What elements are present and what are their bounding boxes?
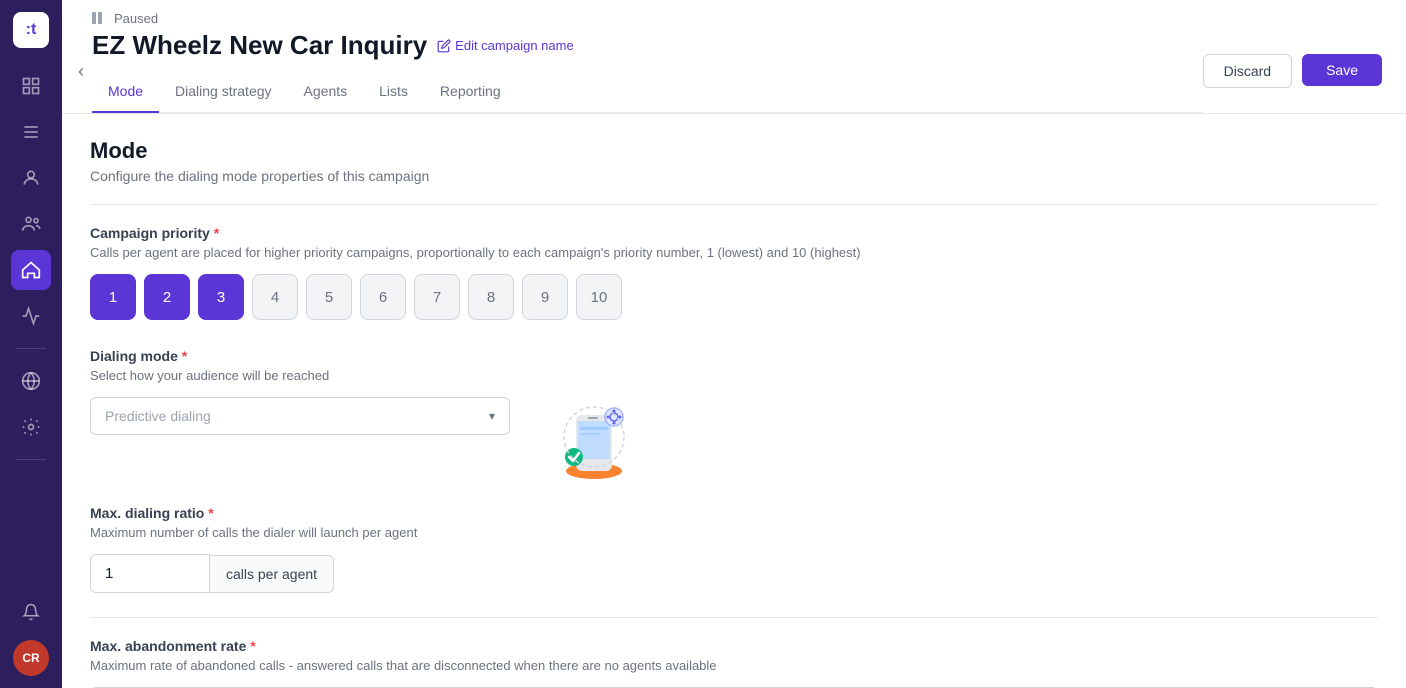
sidebar-item-home[interactable] xyxy=(11,66,51,106)
dropdown-arrow-icon: ▾ xyxy=(489,409,495,423)
dialing-mode-row: Predictive dialing ▾ xyxy=(90,397,1378,477)
dialing-mode-dropdown[interactable]: Predictive dialing ▾ xyxy=(90,397,510,435)
sidebar-item-lists[interactable] xyxy=(11,112,51,152)
dialing-mode-left: Predictive dialing ▾ xyxy=(90,397,510,435)
main-content: ‹ Paused EZ Wheelz New Car Inquiry Edit … xyxy=(62,0,1406,688)
priority-btn-2[interactable]: 2 xyxy=(144,274,190,320)
priority-btn-9[interactable]: 9 xyxy=(522,274,568,320)
discard-button[interactable]: Discard xyxy=(1203,54,1292,88)
topbar-left: Paused EZ Wheelz New Car Inquiry Edit ca… xyxy=(92,10,1203,113)
priority-btn-6[interactable]: 6 xyxy=(360,274,406,320)
section-divider-2 xyxy=(90,617,1378,618)
topbar-actions: Discard Save xyxy=(1203,36,1382,88)
save-button[interactable]: Save xyxy=(1302,54,1382,86)
tab-agents[interactable]: Agents xyxy=(288,71,364,113)
page-subtitle: Configure the dialing mode properties of… xyxy=(90,168,1378,184)
required-marker-4: * xyxy=(250,638,255,654)
dialing-ratio-row: calls per agent xyxy=(90,554,1378,593)
max-dialing-ratio-label: Max. dialing ratio * xyxy=(90,505,1378,521)
user-avatar[interactable]: CR xyxy=(13,640,49,676)
campaign-priority-section: Campaign priority * Calls per agent are … xyxy=(90,225,1378,320)
priority-btn-4[interactable]: 4 xyxy=(252,274,298,320)
sidebar-divider-2 xyxy=(16,459,46,460)
app-logo: :t xyxy=(13,12,49,48)
priority-buttons: 1 2 3 4 5 6 7 8 9 10 xyxy=(90,274,1378,320)
max-abandonment-rate-label: Max. abandonment rate * xyxy=(90,638,1378,654)
paused-badge: Paused xyxy=(92,10,1203,26)
sidebar-item-users[interactable] xyxy=(11,204,51,244)
max-abandonment-rate-desc: Maximum rate of abandoned calls - answer… xyxy=(90,658,1378,673)
required-marker-2: * xyxy=(182,348,187,364)
campaign-title: EZ Wheelz New Car Inquiry xyxy=(92,30,427,61)
priority-btn-1[interactable]: 1 xyxy=(90,274,136,320)
dialing-ratio-input[interactable] xyxy=(90,554,210,593)
required-marker-3: * xyxy=(208,505,213,521)
max-dialing-ratio-desc: Maximum number of calls the dialer will … xyxy=(90,525,1378,540)
tab-lists[interactable]: Lists xyxy=(363,71,424,113)
priority-btn-10[interactable]: 10 xyxy=(576,274,622,320)
max-dialing-ratio-section: Max. dialing ratio * Maximum number of c… xyxy=(90,505,1378,593)
sidebar: :t CR xyxy=(0,0,62,688)
dialing-mode-section: Dialing mode * Select how your audience … xyxy=(90,348,1378,477)
notifications-icon[interactable] xyxy=(11,592,51,632)
edit-campaign-name-link[interactable]: Edit campaign name xyxy=(437,38,574,53)
content-area: Mode Configure the dialing mode properti… xyxy=(62,114,1406,688)
sidebar-item-campaigns[interactable] xyxy=(11,250,51,290)
tab-reporting[interactable]: Reporting xyxy=(424,71,517,113)
section-divider xyxy=(90,204,1378,205)
priority-btn-5[interactable]: 5 xyxy=(306,274,352,320)
calls-per-agent-label: calls per agent xyxy=(210,555,334,593)
sidebar-item-contacts[interactable] xyxy=(11,158,51,198)
priority-btn-3[interactable]: 3 xyxy=(198,274,244,320)
page-title: Mode xyxy=(90,138,1378,164)
dialing-mode-desc: Select how your audience will be reached xyxy=(90,368,1378,383)
tabs: Mode Dialing strategy Agents Lists Repor… xyxy=(92,71,1203,113)
priority-btn-7[interactable]: 7 xyxy=(414,274,460,320)
tab-mode[interactable]: Mode xyxy=(92,71,159,113)
dialing-mode-illustration xyxy=(542,387,632,477)
sidebar-item-settings[interactable] xyxy=(11,407,51,447)
max-abandonment-rate-section: Max. abandonment rate * Maximum rate of … xyxy=(90,638,1378,688)
tab-dialing-strategy[interactable]: Dialing strategy xyxy=(159,71,288,113)
dialing-mode-label: Dialing mode * xyxy=(90,348,1378,364)
paused-icon xyxy=(92,10,108,26)
campaign-priority-desc: Calls per agent are placed for higher pr… xyxy=(90,245,1378,260)
sidebar-item-globe[interactable] xyxy=(11,361,51,401)
campaign-priority-label: Campaign priority * xyxy=(90,225,1378,241)
priority-btn-8[interactable]: 8 xyxy=(468,274,514,320)
sidebar-divider xyxy=(16,348,46,349)
sidebar-bottom: CR xyxy=(11,592,51,676)
topbar: ‹ Paused EZ Wheelz New Car Inquiry Edit … xyxy=(62,0,1406,114)
required-marker: * xyxy=(214,225,219,241)
sidebar-item-analytics[interactable] xyxy=(11,296,51,336)
edit-label-text: Edit campaign name xyxy=(455,38,574,53)
dropdown-value: Predictive dialing xyxy=(105,408,211,424)
campaign-title-row: EZ Wheelz New Car Inquiry Edit campaign … xyxy=(92,30,1203,61)
back-button[interactable]: ‹ xyxy=(78,61,84,82)
